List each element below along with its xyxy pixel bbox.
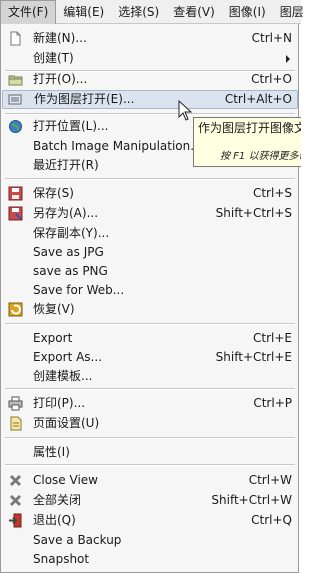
menu-item-label: 退出(Q)	[33, 513, 76, 527]
menu-item-properties[interactable]: 属性(I)	[2, 443, 298, 462]
menu-item-page-setup[interactable]: 页面设置(U)	[2, 414, 298, 433]
menu-item-save-as[interactable]: 另存为(A)... Shift+Ctrl+S	[2, 204, 298, 223]
printer-icon	[8, 396, 23, 411]
menu-item-open-as-layers[interactable]: 作为图层打开(E)... Ctrl+Alt+O	[2, 90, 298, 109]
menu-item-label: Snapshot	[33, 552, 90, 566]
tooltip-title: 作为图层打开图像文	[198, 121, 301, 135]
menu-item-label: 新建(N)...	[33, 31, 87, 45]
menu-item-create-template[interactable]: 创建模板...	[2, 367, 298, 386]
menubar-file[interactable]: 文件(F)	[0, 0, 57, 24]
menu-item-create[interactable]: 创建(T)	[2, 49, 298, 68]
menu-item-shortcut: Shift+Ctrl+S	[215, 206, 292, 220]
menubar-layer[interactable]: 图层	[273, 0, 311, 24]
menu-item-close-view[interactable]: Close View Ctrl+W	[2, 471, 298, 490]
menu-item-label: Save a Backup	[33, 533, 122, 547]
save-icon	[8, 186, 23, 201]
menu-item-label: 恢复(V)	[33, 302, 75, 316]
menu-item-revert[interactable]: 恢复(V)	[2, 300, 298, 319]
menubar-select[interactable]: 选择(S)	[111, 0, 166, 24]
menu-item-save-png[interactable]: save as PNG	[2, 262, 298, 281]
mouse-cursor-icon	[178, 100, 193, 121]
menu-item-label: 打开位置(L)...	[33, 119, 109, 133]
menu-item-label: 创建模板...	[33, 369, 93, 383]
menu-item-label: 作为图层打开(E)...	[34, 92, 135, 106]
menu-item-shortcut: Ctrl+P	[253, 396, 292, 410]
menu-item-shortcut: Ctrl+Q	[251, 513, 292, 527]
menu-item-save-web[interactable]: Save for Web...	[2, 281, 298, 300]
menu-item-shortcut: Ctrl+O	[251, 72, 292, 86]
save-as-icon	[8, 206, 23, 221]
menu-item-close-all[interactable]: 全部关闭 Shift+Ctrl+W	[2, 491, 298, 510]
new-file-icon	[10, 31, 21, 46]
menubar-view[interactable]: 查看(V)	[166, 0, 222, 24]
menu-separator	[5, 437, 295, 439]
globe-icon	[9, 120, 22, 133]
menu-item-open[interactable]: 打开(O)... Ctrl+O	[2, 70, 298, 89]
menu-item-shortcut: Ctrl+S	[252, 186, 292, 200]
menu-item-label: save as PNG	[33, 264, 108, 278]
menu-separator	[5, 464, 295, 466]
menu-item-label: Save as JPG	[33, 245, 104, 259]
menu-item-label: 另存为(A)...	[33, 206, 99, 220]
tooltip-hint: 按 F1 以获得更多帮助	[220, 151, 301, 162]
menu-separator	[5, 323, 295, 325]
menu-item-export[interactable]: Export Ctrl+E	[2, 329, 298, 348]
menu-item-label: 保存(S)	[33, 186, 74, 200]
menu-item-snapshot[interactable]: Snapshot	[2, 550, 298, 569]
menubar: 文件(F) 编辑(E) 选择(S) 查看(V) 图像(I) 图层	[0, 0, 304, 24]
submenu-arrow-icon	[286, 55, 290, 63]
menu-item-label: 创建(T)	[33, 51, 74, 65]
menu-item-label: 全部关闭	[33, 493, 82, 507]
menu-item-shortcut: Ctrl+N	[251, 31, 292, 45]
menu-item-save-copy[interactable]: 保存副本(Y)...	[2, 224, 298, 243]
menu-item-label: 保存副本(Y)...	[33, 226, 110, 240]
menu-item-label: Batch Image Manipulation...	[33, 139, 202, 153]
close-icon	[9, 474, 22, 487]
menu-item-label: 打印(P)...	[33, 396, 86, 410]
menu-item-shortcut: Ctrl+E	[253, 331, 292, 345]
menu-item-label: Close View	[33, 473, 98, 487]
menubar-edit[interactable]: 编辑(E)	[56, 0, 111, 24]
file-menu: 新建(N)... Ctrl+N 创建(T) 打开(O)... Ctrl+O 作为…	[0, 24, 299, 573]
menu-item-label: 打开(O)...	[33, 72, 88, 86]
menu-item-save-jpg[interactable]: Save as JPG	[2, 243, 298, 262]
open-as-layers-icon	[8, 94, 22, 105]
menu-item-label: Save for Web...	[33, 283, 125, 297]
revert-icon	[8, 302, 23, 317]
menu-item-export-as[interactable]: Export As... Shift+Ctrl+E	[2, 348, 298, 367]
menu-separator	[5, 178, 295, 180]
tooltip: 作为图层打开图像文 按 F1 以获得更多帮助	[193, 117, 301, 167]
menu-item-print[interactable]: 打印(P)... Ctrl+P	[2, 394, 298, 413]
menu-item-quit[interactable]: 退出(Q) Ctrl+Q	[2, 511, 298, 530]
quit-icon	[9, 513, 22, 528]
menu-item-label: 页面设置(U)	[33, 416, 100, 430]
menu-item-new[interactable]: 新建(N)... Ctrl+N	[2, 29, 298, 48]
menu-item-shortcut: Ctrl+Alt+O	[224, 92, 292, 106]
menu-item-shortcut: Shift+Ctrl+W	[211, 493, 292, 507]
close-all-icon	[9, 494, 22, 507]
menu-item-label: 属性(I)	[33, 445, 70, 459]
menu-separator	[5, 388, 295, 390]
menu-item-shortcut: Ctrl+W	[248, 473, 292, 487]
menu-item-label: Export As...	[33, 350, 102, 364]
menubar-image[interactable]: 图像(I)	[222, 0, 273, 24]
menu-item-save-backup[interactable]: Save a Backup	[2, 531, 298, 550]
menu-separator	[5, 113, 295, 115]
open-folder-icon	[8, 75, 23, 86]
menu-item-save[interactable]: 保存(S) Ctrl+S	[2, 184, 298, 203]
page-setup-icon	[10, 416, 22, 431]
menu-item-label: Export	[33, 331, 73, 345]
menu-item-label: 最近打开(R)	[33, 158, 99, 172]
menu-item-shortcut: Shift+Ctrl+E	[215, 350, 292, 364]
